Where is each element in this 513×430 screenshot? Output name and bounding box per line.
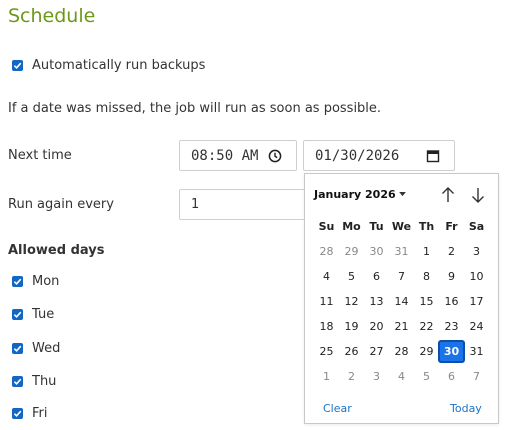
day-checkbox-tue[interactable] xyxy=(12,309,23,320)
calendar-day[interactable]: 25 xyxy=(314,341,339,362)
calendar-day[interactable]: 7 xyxy=(464,366,489,387)
weekday-header: Fr xyxy=(445,220,458,233)
calendar-day[interactable]: 8 xyxy=(414,266,439,287)
page-title: Schedule xyxy=(8,5,96,27)
run-again-label: Run again every xyxy=(8,197,114,212)
day-checkbox-mon[interactable] xyxy=(12,276,23,287)
day-label-mon: Mon xyxy=(32,274,60,289)
calendar-day[interactable]: 14 xyxy=(389,291,414,312)
calendar-day[interactable]: 17 xyxy=(464,291,489,312)
day-label-wed: Wed xyxy=(32,341,61,356)
month-year-label: January 2026 xyxy=(314,188,396,201)
auto-backup-checkbox[interactable] xyxy=(12,60,23,71)
next-time-time-input[interactable]: 08:50 AM xyxy=(179,140,297,171)
calendar-day[interactable]: 11 xyxy=(314,291,339,312)
calendar-day[interactable]: 1 xyxy=(414,241,439,262)
auto-backup-label: Automatically run backups xyxy=(32,58,206,73)
checkmark-icon xyxy=(13,378,22,386)
calendar-day[interactable]: 15 xyxy=(414,291,439,312)
checkmark-icon xyxy=(13,410,22,418)
day-checkbox-thu[interactable] xyxy=(12,376,23,387)
calendar-day[interactable]: 24 xyxy=(464,316,489,337)
arrow-up-icon[interactable] xyxy=(441,187,455,203)
calendar-day[interactable]: 27 xyxy=(364,341,389,362)
calendar-day[interactable]: 21 xyxy=(389,316,414,337)
clear-button[interactable]: Clear xyxy=(323,402,352,415)
arrow-down-icon[interactable] xyxy=(471,187,485,203)
calendar-day[interactable]: 29 xyxy=(339,241,364,262)
next-time-date-input[interactable]: 01/30/2026 xyxy=(303,140,455,171)
calendar-day[interactable]: 6 xyxy=(439,366,464,387)
day-label-thu: Thu xyxy=(32,374,57,389)
calendar-day[interactable]: 26 xyxy=(339,341,364,362)
calendar-day[interactable]: 16 xyxy=(439,291,464,312)
info-text: If a date was missed, the job will run a… xyxy=(8,101,382,116)
date-picker-popup: January 2026 Su Mo Tu We Th Fr Sa 28 29 30 31 1 2 3 4 5… xyxy=(304,173,499,424)
calendar-day[interactable]: 31 xyxy=(389,241,414,262)
run-again-value: 1 xyxy=(191,197,200,212)
calendar-day[interactable]: 10 xyxy=(464,266,489,287)
calendar-day[interactable]: 2 xyxy=(439,241,464,262)
checkmark-icon xyxy=(13,62,22,70)
checkmark-icon xyxy=(13,278,22,286)
today-button[interactable]: Today xyxy=(450,402,482,415)
time-value: 08:50 AM xyxy=(191,147,259,164)
clock-icon[interactable] xyxy=(268,149,282,163)
calendar-day[interactable]: 3 xyxy=(464,241,489,262)
calendar-day[interactable]: 12 xyxy=(339,291,364,312)
checkmark-icon xyxy=(13,311,22,319)
calendar-day[interactable]: 5 xyxy=(414,366,439,387)
day-label-tue: Tue xyxy=(32,307,55,322)
weekday-header: Tu xyxy=(369,220,384,233)
calendar-day-selected[interactable]: 30 xyxy=(438,340,465,363)
weekday-header: Th xyxy=(418,220,435,233)
calendar-day[interactable]: 28 xyxy=(314,241,339,262)
checkmark-icon xyxy=(13,345,22,353)
calendar-day[interactable]: 19 xyxy=(339,316,364,337)
calendar-day[interactable]: 4 xyxy=(389,366,414,387)
day-checkbox-wed[interactable] xyxy=(12,343,23,354)
run-again-input[interactable]: 1 xyxy=(179,189,305,220)
calendar-day[interactable]: 4 xyxy=(314,266,339,287)
calendar-day[interactable]: 30 xyxy=(364,241,389,262)
day-label-fri: Fri xyxy=(32,406,48,421)
calendar-day[interactable]: 7 xyxy=(389,266,414,287)
calendar-day[interactable]: 31 xyxy=(464,341,489,362)
weekday-header: Sa xyxy=(468,220,485,233)
month-year-dropdown[interactable]: January 2026 xyxy=(314,188,406,201)
calendar-day[interactable]: 13 xyxy=(364,291,389,312)
allowed-days-heading: Allowed days xyxy=(8,243,105,258)
calendar-day[interactable]: 20 xyxy=(364,316,389,337)
date-value: 01/30/2026 xyxy=(315,147,400,164)
calendar-day[interactable]: 5 xyxy=(339,266,364,287)
calendar-icon[interactable] xyxy=(426,149,440,163)
calendar-day[interactable]: 6 xyxy=(364,266,389,287)
weekday-header: We xyxy=(391,220,412,233)
calendar-day[interactable]: 29 xyxy=(414,341,439,362)
chevron-down-icon xyxy=(398,192,406,197)
calendar-day[interactable]: 23 xyxy=(439,316,464,337)
calendar-day[interactable]: 3 xyxy=(364,366,389,387)
calendar-day[interactable]: 28 xyxy=(389,341,414,362)
calendar-day[interactable]: 22 xyxy=(414,316,439,337)
weekday-header: Mo xyxy=(342,220,361,233)
calendar-day[interactable]: 9 xyxy=(439,266,464,287)
calendar-day[interactable]: 1 xyxy=(314,366,339,387)
weekday-header: Su xyxy=(318,220,335,233)
calendar-day[interactable]: 2 xyxy=(339,366,364,387)
day-checkbox-fri[interactable] xyxy=(12,408,23,419)
next-time-label: Next time xyxy=(8,148,72,163)
calendar-day[interactable]: 18 xyxy=(314,316,339,337)
